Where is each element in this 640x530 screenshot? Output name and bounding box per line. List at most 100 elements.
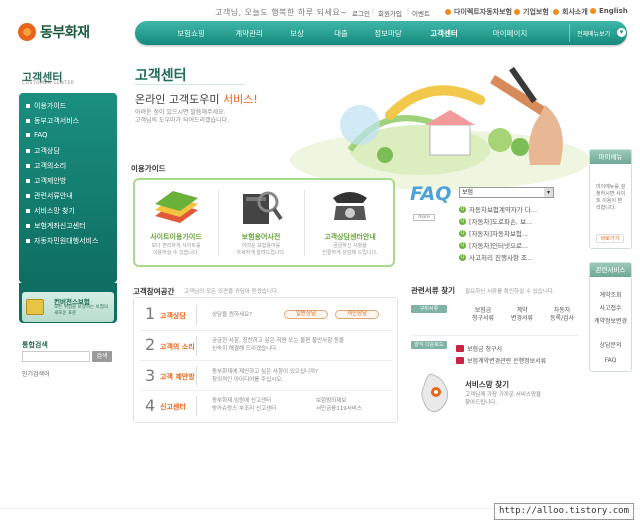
gnb-compensation[interactable]: 보상	[282, 28, 312, 39]
sidebar-item-report[interactable]: 보험계좌신고센터	[26, 221, 86, 231]
gnb-loan[interactable]: 대출	[326, 28, 356, 39]
faq-item[interactable]: Q [자동차]인터넷으로...	[459, 240, 528, 250]
q-icon: Q	[459, 229, 466, 237]
util-direct-car[interactable]: 다이렉트자동차보험	[445, 7, 512, 17]
faq-category-select[interactable]: 보험	[459, 187, 554, 198]
chevron-down-icon[interactable]: ▾	[617, 28, 626, 37]
chevron-down-icon[interactable]: ▾	[544, 188, 553, 197]
related-item[interactable]: 사고접수	[592, 305, 629, 312]
related-service-title: 관련서비스	[590, 263, 631, 277]
divider	[218, 190, 219, 256]
slogan-desc: 고객님의 도우미가 되어드리겠습니다.	[135, 117, 230, 124]
general-consult-button[interactable]: 일반상담	[284, 310, 328, 319]
gnb-contract[interactable]: 계약관리	[229, 28, 269, 39]
korea-map-icon[interactable]	[416, 372, 456, 414]
faq-item[interactable]: Q [자동차]자동차보험...	[459, 228, 528, 238]
dictionary-icon[interactable]	[238, 186, 283, 228]
guide-title: 이용가이드	[131, 164, 166, 173]
gnb-customer-center[interactable]: 고객센터	[424, 28, 464, 39]
download-link[interactable]: 보험계약변경관련 은행정보서류	[456, 356, 546, 365]
consult-title: 고객참여공간	[133, 287, 175, 296]
consult-link[interactable]: 고객상담	[160, 311, 186, 321]
divider: |	[372, 8, 375, 15]
event-link[interactable]: 이벤트	[412, 8, 430, 18]
faq-more-button[interactable]: more	[413, 214, 435, 221]
hero-illustration	[290, 66, 590, 190]
row-number: 1	[145, 304, 156, 323]
search-button[interactable]: 검색	[92, 351, 112, 362]
faq-logo: FAQ	[410, 183, 452, 205]
util-english[interactable]: English	[590, 7, 628, 15]
row-number: 3	[145, 366, 156, 385]
sidebar-item-car-agency[interactable]: 자동차민원대행서비스	[26, 236, 98, 246]
util-company[interactable]: 회사소개	[553, 7, 588, 17]
required-docs-tab[interactable]: 구비서류	[411, 305, 447, 313]
faq-item[interactable]: Q [자동차]도로파손, 보...	[459, 216, 532, 226]
signup-link[interactable]: 회원가입	[378, 8, 402, 18]
personal-consult-button[interactable]: 개인상담	[335, 310, 379, 319]
q-icon: Q	[459, 217, 466, 225]
sidebar-item-voice[interactable]: 고객의소리	[26, 161, 66, 171]
related-item[interactable]: 상담문의	[592, 342, 629, 349]
bullet-icon	[590, 8, 596, 14]
telephone-icon[interactable]	[330, 186, 370, 226]
bullet-icon	[26, 104, 30, 108]
sidebar-item-proposal[interactable]: 고객제안방	[26, 176, 66, 186]
sidebar-item-faq[interactable]: FAQ	[26, 131, 48, 139]
report-links: 동부화재 임원에 신고센터 방카슈랑스 부조리 신고센터	[212, 398, 277, 412]
all-menu-link[interactable]: 전체메뉴보기	[577, 29, 610, 38]
my-menu-title: 마이메뉴	[590, 150, 631, 164]
book-icon[interactable]	[150, 188, 200, 228]
voice-link[interactable]: 고객의 소리	[160, 342, 195, 352]
contract-docs-link[interactable]: 계약 변경서류	[505, 307, 539, 323]
claim-docs-link[interactable]: 보험금 청구서류	[466, 307, 500, 323]
divider	[196, 396, 197, 416]
popular-keywords-link[interactable]: 인기검색어	[22, 369, 50, 378]
service-network-title[interactable]: 서비스망 찾기	[465, 379, 509, 390]
divider	[196, 305, 197, 325]
bullet-icon	[514, 9, 520, 15]
fraud-report-link[interactable]: 보험범죄제보	[316, 397, 346, 405]
insurance-dictionary-link[interactable]: 보험용어사전	[222, 232, 300, 242]
sidebar-item-consult[interactable]: 고객상담	[26, 146, 60, 156]
related-item[interactable]: 계약정보변경	[592, 318, 629, 325]
bullet-icon	[26, 239, 30, 243]
util-corporate[interactable]: 기업보험	[514, 7, 549, 17]
related-item[interactable]: FAQ	[592, 357, 629, 364]
slogan: 온라인 고객도우미 서비스!	[135, 93, 258, 106]
gnb-insurance-shopping[interactable]: 보험쇼핑	[171, 28, 211, 39]
divider	[196, 366, 197, 386]
sidebar-item-network[interactable]: 서비스망 찾기	[26, 206, 75, 216]
download-link[interactable]: 보험금 청구서	[456, 344, 502, 353]
car-docs-link[interactable]: 자동차 등록/검사	[543, 307, 581, 323]
site-guide-link[interactable]: 사이트이용가이드	[138, 232, 214, 242]
sidebar-item-service[interactable]: 동부고객서비스	[26, 116, 79, 126]
gnb-info[interactable]: 정보마당	[368, 28, 408, 39]
bullet-icon	[553, 9, 559, 15]
sidebar-item-guide[interactable]: 이용가이드	[26, 101, 66, 111]
house-icon	[26, 299, 44, 315]
consult-center-link[interactable]: 고객상담센터안내	[308, 232, 392, 242]
my-menu-go-button[interactable]: 바로가기	[596, 234, 624, 243]
brand-mark-icon	[18, 23, 36, 41]
consult-desc: 상담을 원하세요?	[212, 312, 253, 318]
report-center-link[interactable]: 신고센터	[160, 402, 186, 412]
form-download-tab[interactable]: 양식 다운로드	[411, 341, 447, 349]
related-item[interactable]: 계약조회	[592, 292, 629, 299]
bullet-icon	[445, 9, 451, 15]
bullet-icon	[26, 149, 30, 153]
pdf-icon	[456, 357, 464, 364]
sidebar-item-docs[interactable]: 관련서류안내	[26, 191, 73, 201]
finance-119-link[interactable]: 서민금융119서비스	[316, 405, 362, 413]
faq-item[interactable]: Q 자동차보험계약자가 다...	[459, 204, 537, 214]
divider	[304, 190, 305, 256]
login-link[interactable]: 로그인	[352, 8, 370, 18]
search-input[interactable]	[22, 351, 90, 362]
gnb-mypage[interactable]: 마이페이지	[485, 28, 535, 39]
row-number: 2	[145, 335, 156, 354]
bullet-icon	[26, 119, 30, 123]
brand-logo[interactable]: 동부화재	[18, 22, 90, 42]
faq-item[interactable]: Q 사고처리 진행사항 조...	[459, 252, 533, 262]
divider	[569, 24, 570, 42]
proposal-link[interactable]: 고객 제안방	[160, 372, 195, 382]
